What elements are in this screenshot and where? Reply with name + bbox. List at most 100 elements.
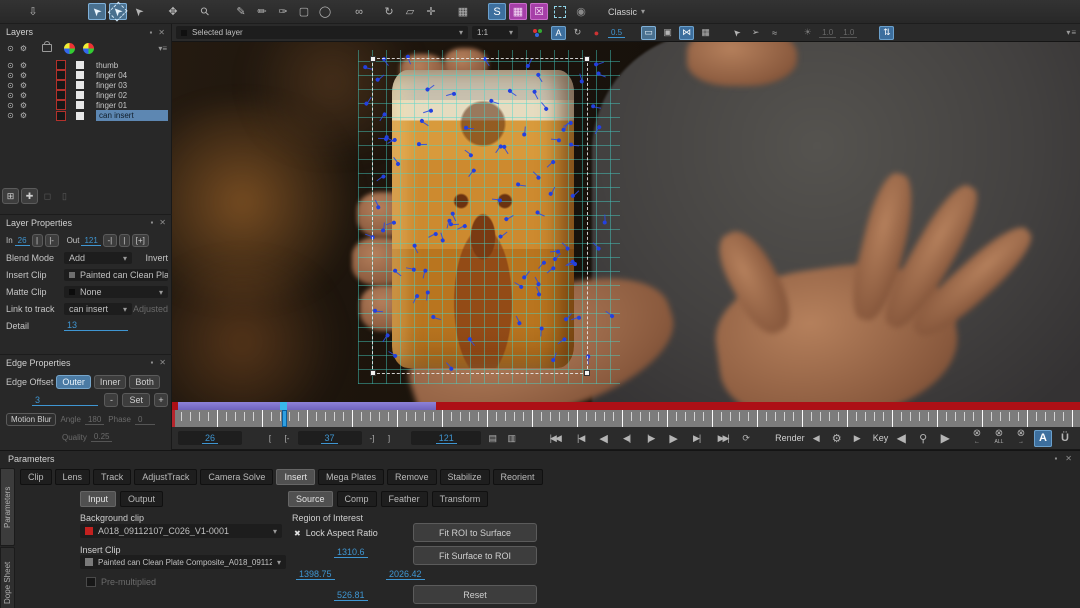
layer-name[interactable]: thumb	[96, 61, 118, 70]
next-key-button[interactable]: ▶	[936, 430, 954, 447]
pin-icon[interactable]: ▪	[149, 28, 152, 37]
motion-blur-button[interactable]: Motion Blur	[6, 413, 57, 426]
pin-icon[interactable]: ▪	[150, 358, 153, 367]
tab-insert[interactable]: Insert	[276, 469, 315, 485]
play-button[interactable]: ▶	[665, 430, 683, 447]
matte-clip-dropdown[interactable]: None ▾	[64, 286, 168, 298]
background-clip-dropdown[interactable]: A018_09112107_C026_V1-0001 ▾	[80, 524, 282, 538]
fit-surface-to-roi-button[interactable]: Fit Surface to ROI	[413, 546, 537, 565]
overlay-opacity-value[interactable]: 0.5	[608, 28, 626, 38]
outer-button[interactable]: Outer	[56, 375, 91, 389]
link-track-dropdown[interactable]: can insert ▾	[64, 303, 132, 315]
in-frame-field[interactable]: 26	[178, 431, 242, 445]
goto-start-button[interactable]: |◀◀	[543, 430, 567, 447]
in-value[interactable]: 26	[14, 236, 30, 246]
set-out-bracket-button[interactable]: ]	[383, 432, 396, 444]
tab-transform[interactable]: Transform	[431, 491, 489, 507]
mesh-off-button[interactable]: ☒	[530, 3, 548, 20]
overlay-color-button[interactable]: ●	[589, 26, 604, 40]
roto-area-button[interactable]	[551, 3, 569, 20]
set-in-button[interactable]: |	[31, 234, 43, 247]
roi-left-value[interactable]: 1398.75	[296, 569, 335, 580]
delete-all-keys-icon[interactable]: ⊗ ALL	[990, 429, 1008, 447]
reset-roi-button[interactable]: Reset	[413, 585, 537, 604]
set-in-bracket-button[interactable]: [	[264, 432, 277, 444]
lock-aspect-row[interactable]: ✖ Lock Aspect Ratio	[294, 528, 378, 538]
roi-bottom-value[interactable]: 526.81	[334, 590, 368, 601]
fill-checkbox[interactable]	[56, 60, 66, 70]
surface-bbox[interactable]	[370, 56, 590, 376]
render-back-button[interactable]: ◀	[809, 431, 824, 445]
layer-name[interactable]: can insert	[96, 110, 168, 121]
bbox-handle[interactable]	[584, 56, 590, 62]
next-keyframe-button[interactable]: ▶|	[687, 430, 707, 447]
set-button[interactable]: Set	[122, 393, 150, 407]
lock-layers-button[interactable]: ◻	[40, 189, 55, 203]
grid-warp-tool[interactable]: ▦	[454, 3, 472, 20]
tab-clip[interactable]: Clip	[20, 469, 52, 485]
autokey-button[interactable]: A	[1033, 429, 1052, 447]
fill-checkbox[interactable]	[56, 70, 66, 80]
layer-name[interactable]: finger 03	[96, 81, 127, 90]
fill-checkbox[interactable]	[56, 110, 66, 121]
curves-view-icon[interactable]: ≈	[767, 26, 782, 40]
pick-tool-icon[interactable]: ➤	[729, 26, 744, 40]
close-icon[interactable]: ✕	[1065, 454, 1072, 463]
fit-roi-to-surface-button[interactable]: Fit ROI to Surface	[413, 523, 537, 542]
brush-tool[interactable]: ✑	[274, 3, 292, 20]
increment-button[interactable]: +	[154, 393, 168, 407]
outline-checkbox[interactable]	[76, 111, 84, 120]
roi-right-value[interactable]: 2026.42	[386, 569, 425, 580]
blend-mode-dropdown[interactable]: Add ▾	[64, 252, 132, 264]
trim-clip-icon[interactable]: ▤	[485, 431, 500, 445]
timeline-ruler[interactable]	[172, 410, 1080, 427]
overview-playhead[interactable]	[280, 402, 287, 410]
premultiplied-row[interactable]: Pre-multiplied	[86, 577, 156, 587]
bbox-handle[interactable]	[370, 370, 376, 376]
delete-keys-right-icon[interactable]: ⊗ →	[1012, 429, 1030, 447]
checker-view-button[interactable]: ▦	[698, 26, 713, 40]
corner-pin-tool[interactable]: ▱	[401, 3, 419, 20]
invert-label[interactable]: Invert	[145, 253, 168, 263]
prev-keyframe-button[interactable]: |◀	[571, 430, 591, 447]
layer-row[interactable]: ⊙ ⚙ finger 01	[0, 100, 172, 110]
bezier-tool[interactable]: ✏	[253, 3, 271, 20]
viewer-panel-menu[interactable]: ▾ ≡	[1066, 28, 1076, 37]
prev-key-button[interactable]: ◀	[892, 430, 910, 447]
save-icon[interactable]: ⇩	[24, 3, 42, 20]
dual-view-button[interactable]: ▣	[660, 26, 675, 40]
tab-track[interactable]: Track	[93, 469, 132, 485]
view-alpha-button[interactable]: A	[551, 25, 566, 40]
new-group-button[interactable]: ⊞	[2, 188, 19, 204]
lock-aspect-checkbox[interactable]: ✖	[294, 529, 301, 538]
powermesh-button[interactable]: ▦	[509, 3, 527, 20]
layer-name[interactable]: finger 01	[96, 101, 127, 110]
tab-remove[interactable]: Remove	[386, 469, 437, 485]
fill-checkbox[interactable]	[56, 90, 66, 100]
select-tool[interactable]: ➤	[88, 3, 106, 20]
step-forward-button[interactable]: |▶	[641, 430, 661, 447]
xspline-tool[interactable]: ✎	[232, 3, 250, 20]
tab-feather[interactable]: Feather	[380, 491, 428, 507]
zoom-tool[interactable]: ⚲	[196, 3, 214, 20]
link-tool[interactable]: ∞	[350, 3, 368, 20]
layer-row-selected[interactable]: ⊙ ⚙ can insert	[0, 110, 172, 121]
viewer-canvas[interactable]	[172, 42, 1080, 402]
marquee-select-tool[interactable]: ➤	[108, 1, 128, 22]
roi-top-value[interactable]: 1310.6	[334, 547, 368, 558]
decrement-button[interactable]: -	[104, 393, 119, 407]
gamma-value[interactable]: 1.0	[840, 28, 858, 38]
tab-reorient[interactable]: Reorient	[492, 469, 543, 485]
edge-offset-value[interactable]: 3	[32, 395, 98, 406]
pin-icon[interactable]: ▪	[1054, 454, 1057, 463]
outline-checkbox[interactable]	[76, 71, 84, 79]
tab-source[interactable]: Source	[288, 491, 333, 507]
ellipse-spline-tool[interactable]: ◯	[316, 3, 334, 20]
close-icon[interactable]: ✕	[159, 358, 166, 367]
both-button[interactable]: Both	[129, 375, 160, 389]
render-settings-button[interactable]: ⚙	[828, 430, 846, 447]
node-view-button[interactable]: ⋈	[679, 25, 695, 40]
step-back-button[interactable]: ◀|	[617, 430, 637, 447]
trim-out-button[interactable]: -|	[102, 234, 117, 247]
lens-button[interactable]: ◉	[572, 3, 590, 20]
